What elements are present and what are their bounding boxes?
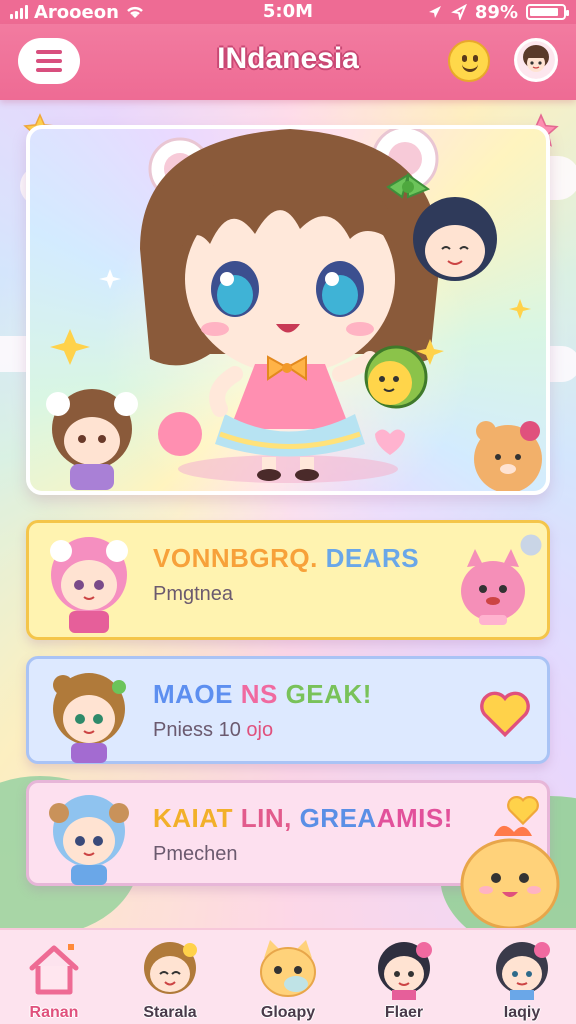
character-icon <box>496 942 550 1000</box>
nav-item-gloapy[interactable]: Gloapy <box>242 936 334 1024</box>
card-subtitle: Pmechen <box>153 843 238 866</box>
nav-label: Ranan <box>29 1004 79 1021</box>
nav-item-iaqiy[interactable]: Iaqiy <box>476 936 568 1024</box>
card-title-part: GEAK! <box>285 679 372 709</box>
card-title-part: KAIAT <box>153 803 241 833</box>
card-title-part: NS <box>240 679 286 709</box>
nav-label: Flaer <box>384 1004 424 1021</box>
nav-label: Gloapy <box>260 1004 316 1021</box>
card-title: KAIAT LIN, GREAAMIS! <box>153 803 453 834</box>
side-character-illustration <box>413 197 497 281</box>
bear-mascot-illustration <box>474 421 542 491</box>
character-icon <box>144 942 197 994</box>
feature-card-1[interactable]: VONNBGRQ. DEARS Pmgtnea <box>26 520 550 640</box>
home-icon <box>29 944 79 995</box>
cat-icon <box>260 940 316 997</box>
card-title-part: MAOE <box>153 679 241 709</box>
nav-item-starala[interactable]: Starala <box>124 936 216 1024</box>
card-subtitle-highlight: ojo <box>246 719 274 741</box>
card-title-part: AMIS! <box>376 803 453 833</box>
brown-girl-illustration <box>53 673 126 763</box>
chick-mascot-illustration <box>460 825 560 930</box>
card-title: VONNBGRQ. DEARS <box>153 543 419 574</box>
blue-girl-illustration <box>49 795 129 885</box>
nav-item-flaer[interactable]: Flaer <box>358 936 450 1024</box>
heart-icon <box>480 691 530 737</box>
fruit-mascot-illustration <box>364 345 428 409</box>
card-subtitle-text: Pmgtnea <box>153 583 234 605</box>
battery-percent: 89% <box>474 1 518 23</box>
location-icon <box>428 6 441 18</box>
card-subtitle: Pniess 10 ojo <box>153 719 273 742</box>
card-title-part: VONNBGRQ. <box>153 543 326 573</box>
battery-icon <box>526 4 569 20</box>
avatar[interactable] <box>514 38 558 82</box>
feature-card-2[interactable]: MAOE NS GEAK! Pniess 10 ojo <box>26 656 550 764</box>
small-character-illustration <box>46 389 138 490</box>
navigation-icon <box>451 4 467 20</box>
card-title-part: DEARS <box>325 543 420 573</box>
card-subtitle: Pmgtnea <box>153 583 233 606</box>
nav-label: Starala <box>143 1004 197 1021</box>
hero-illustration <box>46 129 542 491</box>
hero-banner[interactable] <box>26 125 550 495</box>
card-subtitle-text: Pmechen <box>153 843 238 865</box>
bottom-navigation: Ranan Starala Gloapy Flaer Iaqiy <box>0 928 576 1024</box>
card-title-part: LIN, <box>240 803 300 833</box>
pink-girl-illustration <box>50 537 128 633</box>
character-icon <box>378 942 432 1000</box>
smiley-icon[interactable] <box>448 40 490 82</box>
app-header: INdanesia <box>0 24 576 100</box>
nav-item-home[interactable]: Ranan <box>8 936 100 1024</box>
card-title: MAOE NS GEAK! <box>153 679 372 710</box>
card-subtitle-text: Pniess 10 <box>153 719 247 741</box>
status-bar: Arooeon 5:0M 89% <box>0 0 576 24</box>
card-title-part: GREA <box>299 803 377 833</box>
sparkle-icon <box>520 534 542 556</box>
nav-label: Iaqiy <box>503 1004 541 1021</box>
